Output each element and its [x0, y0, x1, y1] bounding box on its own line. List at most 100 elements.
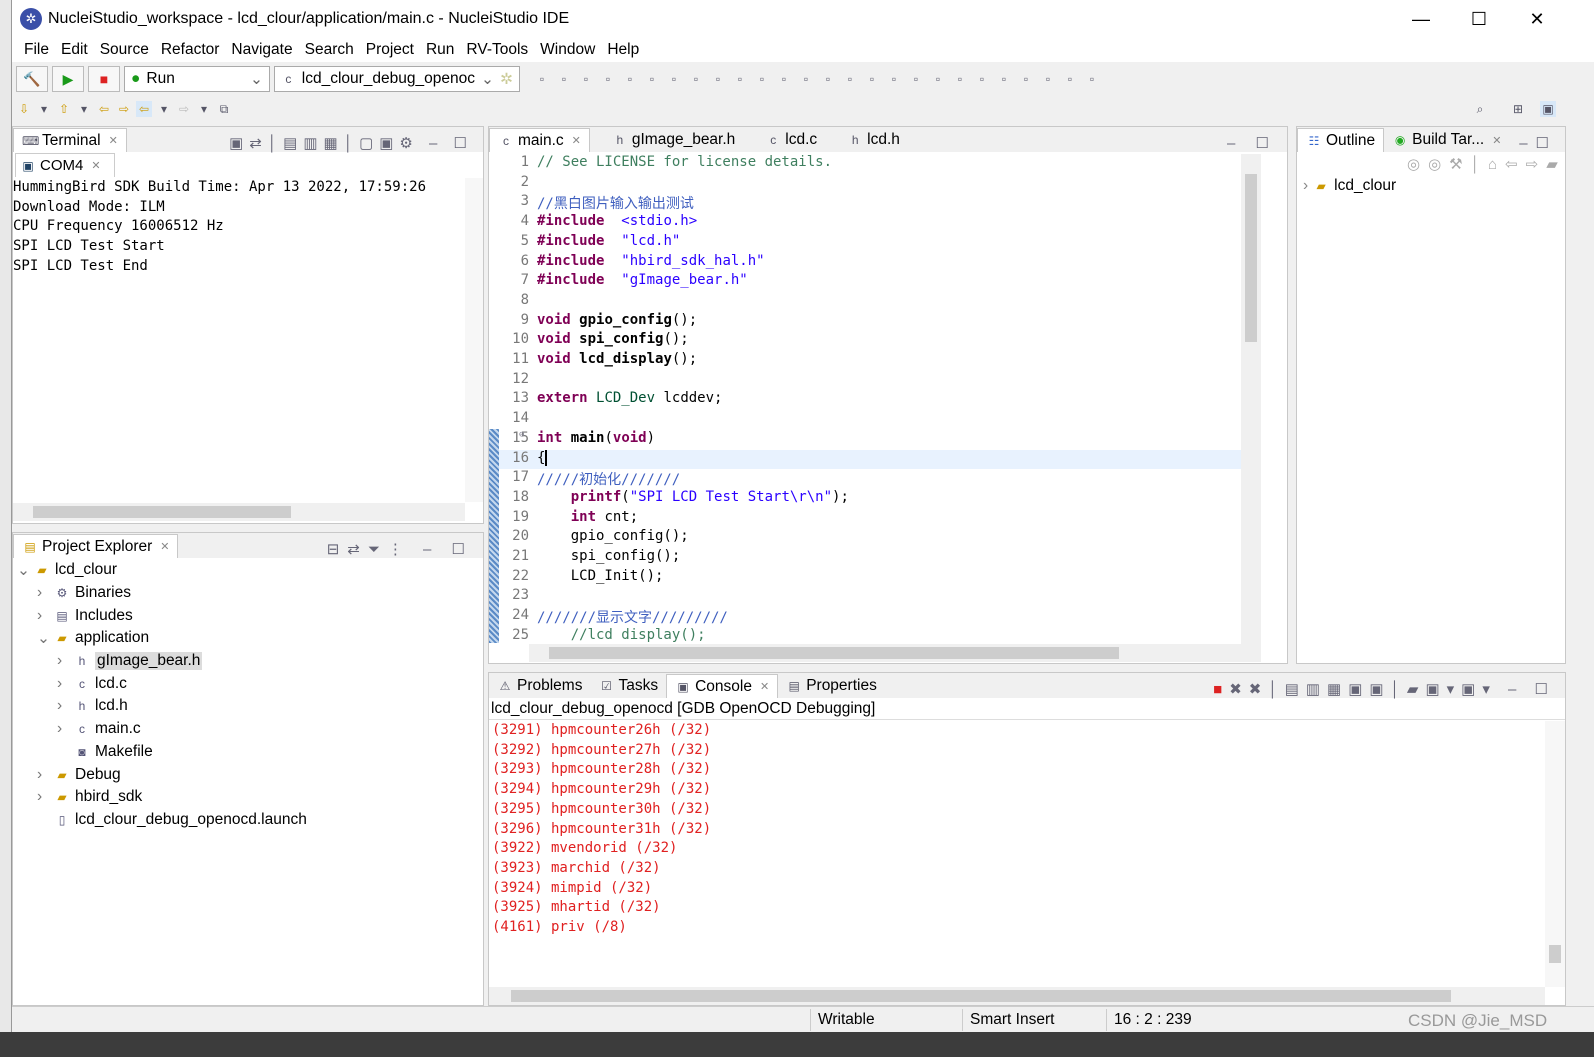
close-button[interactable]: ✕	[1508, 0, 1566, 38]
menu-run[interactable]: Run	[420, 41, 460, 59]
pilcrow-icon[interactable]: ▫	[1084, 71, 1100, 87]
close-icon[interactable]: ✕	[572, 134, 581, 147]
chevron-down-icon[interactable]: ▾	[36, 101, 52, 117]
perspective-icon[interactable]: ⊞	[1510, 101, 1526, 117]
menu-refactor[interactable]: Refactor	[155, 41, 226, 59]
refresh-icon[interactable]: ▫	[710, 71, 726, 87]
terminal-horizontal-scrollbar[interactable]	[13, 503, 465, 521]
profile-icon[interactable]: ▫	[930, 71, 946, 87]
c-perspective-icon[interactable]: ▣	[1540, 101, 1556, 117]
code-editor[interactable]: 1// See LICENSE for license details. 2 3//…	[495, 154, 1259, 642]
console-vertical-scrollbar[interactable]	[1545, 721, 1565, 987]
search-icon[interactable]: ⌕	[1472, 101, 1488, 117]
maximize-button[interactable]: ☐	[1450, 0, 1508, 38]
last-edit-icon[interactable]: ⇦	[96, 101, 112, 117]
build-targets-toolbar[interactable]: ◎◎⚒│⌂⇦⇨▰	[1407, 155, 1566, 173]
launch-config-select[interactable]: c lcd_clour_debug_openoc ⌄ ✲	[274, 66, 520, 92]
chevron-down-icon[interactable]: ▾	[156, 101, 172, 117]
save-icon[interactable]: ▫	[556, 71, 572, 87]
stop-button[interactable]: ■	[88, 66, 120, 92]
next-annotation-icon[interactable]: ⇩	[16, 101, 32, 117]
terminal-view-toolbar[interactable]: ▣⇄│▤▥▦│▢▣⚙ ‒ ☐	[229, 134, 473, 152]
tree-item[interactable]: › ▰ hbird_sdk	[17, 786, 477, 809]
new-c-project-icon[interactable]: ▫	[776, 71, 792, 87]
chevron-right-icon[interactable]: ›	[57, 697, 69, 715]
tree-item[interactable]: ⌄ ▰ application	[17, 627, 477, 650]
chevron-down-icon[interactable]: ▾	[76, 101, 92, 117]
tool-icon[interactable]: ▫	[688, 71, 704, 87]
launch-mode-select[interactable]: ● Run ⌄	[124, 66, 270, 92]
new-folder-icon[interactable]: ▫	[798, 71, 814, 87]
close-icon[interactable]: ✕	[91, 159, 100, 172]
open-perspective-icon[interactable]: ⧉	[216, 101, 232, 117]
debug-icon[interactable]: ▫	[600, 71, 616, 87]
close-icon[interactable]: ✕	[1492, 134, 1501, 147]
tab-lcd-h[interactable]: h lcd.h	[839, 128, 908, 152]
tab-problems[interactable]: ⚠ Problems	[489, 674, 590, 698]
outline-min-max[interactable]: ‒☐	[1519, 134, 1557, 152]
tree-item[interactable]: › c lcd.c	[17, 672, 477, 695]
console-horizontal-scrollbar[interactable]	[489, 987, 1545, 1005]
build-icon[interactable]: ▫	[622, 71, 638, 87]
tree-item[interactable]: › ⚙ Binaries	[17, 582, 477, 605]
menu-navigate[interactable]: Navigate	[225, 41, 298, 59]
tree-item[interactable]: ▯ lcd_clour_debug_openocd.launch	[17, 809, 477, 832]
package-icon[interactable]: ▫	[732, 71, 748, 87]
console-view-toolbar[interactable]: ■✖✖│▤▥▦▣▣│▰▣▾▣▾ ‒ ☐	[1213, 680, 1555, 698]
menu-rv-tools[interactable]: RV-Tools	[460, 41, 534, 59]
chevron-right-icon[interactable]: ›	[57, 652, 69, 670]
new-icon[interactable]: ▫	[534, 71, 550, 87]
console-output[interactable]: (3291) hpmcounter26h (/32) (3292) hpmcoun…	[492, 721, 711, 938]
build-hammer-button[interactable]: 🔨	[16, 66, 48, 92]
tab-lcd-c[interactable]: c lcd.c	[757, 128, 825, 152]
monitor-icon[interactable]: ▫	[666, 71, 682, 87]
tab-console[interactable]: ▣ Console ✕	[666, 674, 779, 698]
menu-search[interactable]: Search	[299, 41, 360, 59]
tab-gImage_bear-h[interactable]: h gImage_bear.h	[604, 128, 743, 152]
close-icon[interactable]: ✕	[760, 680, 769, 693]
tab-com4[interactable]: ▣ COM4 ✕	[15, 153, 115, 177]
tree-item[interactable]: ⌄ ▰ lcd_clour	[17, 559, 477, 582]
open-icon[interactable]: ▫	[974, 71, 990, 87]
tree-item[interactable]: › ▰ Debug	[17, 763, 477, 786]
tree-item[interactable]: ◙ Makefile	[17, 741, 477, 764]
minimize-button[interactable]: —	[1392, 0, 1450, 38]
close-icon[interactable]: ✕	[160, 540, 169, 553]
back-icon[interactable]: ⇦	[136, 101, 152, 117]
forward-icon[interactable]: ⇨	[176, 101, 192, 117]
menu-file[interactable]: File	[18, 41, 55, 59]
save-all-icon[interactable]: ▫	[578, 71, 594, 87]
terminal-output[interactable]: HummingBird SDK Build Time: Apr 13 2022,…	[13, 178, 465, 277]
highlight-icon[interactable]: ▫	[1018, 71, 1034, 87]
chevron-right-icon[interactable]: ›	[37, 766, 49, 784]
tab-outline[interactable]: ☷ Outline	[1297, 128, 1385, 152]
tab-tasks[interactable]: ☑ Tasks	[590, 674, 666, 698]
tab-properties[interactable]: ▤ Properties	[778, 674, 885, 698]
chevron-right-icon[interactable]: ›	[37, 584, 49, 602]
tree-item[interactable]: › ▤ Includes	[17, 604, 477, 627]
list-icon[interactable]: ▫	[1062, 71, 1078, 87]
settings-icon[interactable]: ▫	[754, 71, 770, 87]
chevron-down-icon[interactable]: ⌄	[37, 629, 50, 648]
editor-horizontal-scrollbar[interactable]	[529, 644, 1261, 662]
explorer-view-toolbar[interactable]: ⊟⇄⏷⋮ ‒ ☐	[327, 540, 473, 558]
chevron-right-icon[interactable]: ›	[57, 720, 69, 738]
open-folder-icon[interactable]: ▫	[952, 71, 968, 87]
editor-vertical-scrollbar[interactable]	[1241, 154, 1261, 644]
pin-icon[interactable]: ▫	[996, 71, 1012, 87]
editor-min-max[interactable]: ‒ ☐	[1227, 134, 1277, 152]
tree-item[interactable]: › h gImage_bear.h	[17, 650, 477, 673]
previous-annotation-icon[interactable]: ⇧	[56, 101, 72, 117]
new-class-icon[interactable]: ▫	[820, 71, 836, 87]
tab-main-c[interactable]: c main.c ✕	[489, 128, 590, 152]
tab-project-explorer[interactable]: ▤ Project Explorer ✕	[13, 534, 179, 558]
run-config-icon[interactable]: ▫	[908, 71, 924, 87]
terminal-vertical-scrollbar[interactable]	[465, 178, 483, 502]
mark-icon[interactable]: ▫	[1040, 71, 1056, 87]
chevron-down-icon[interactable]: ▾	[196, 101, 212, 117]
forward-edit-icon[interactable]: ⇨	[116, 101, 132, 117]
chevron-right-icon[interactable]: ›	[57, 675, 69, 693]
menu-edit[interactable]: Edit	[55, 41, 94, 59]
tree-item[interactable]: › c main.c	[17, 718, 477, 741]
tab-build-targets[interactable]: ◉ Build Tar... ✕	[1384, 128, 1509, 152]
